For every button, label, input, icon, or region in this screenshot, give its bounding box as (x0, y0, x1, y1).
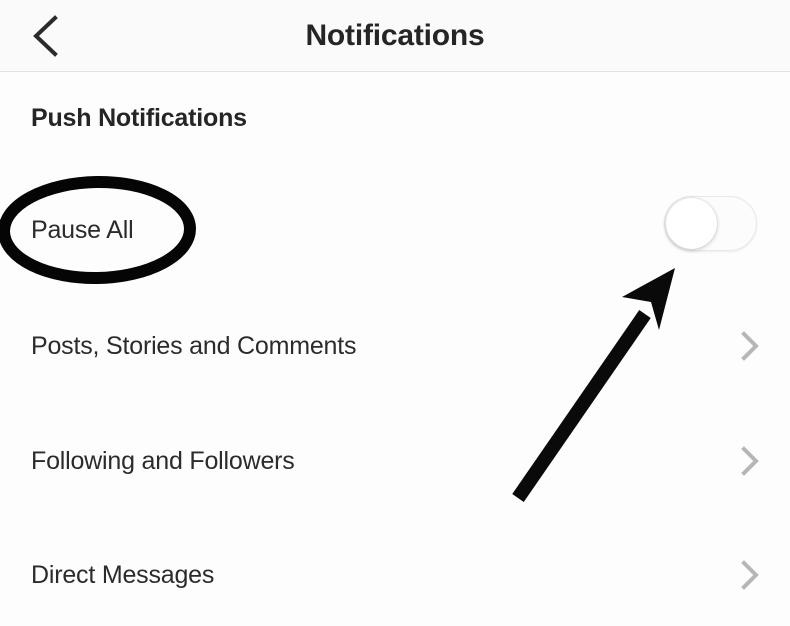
pause-all-toggle[interactable] (664, 196, 757, 251)
list-item-posts-stories-comments[interactable]: Posts, Stories and Comments (0, 310, 790, 382)
list-item-label: Posts, Stories and Comments (31, 331, 357, 360)
chevron-right-icon (740, 331, 760, 361)
app-header: Notifications (0, 0, 790, 72)
list-item-label: Direct Messages (31, 560, 215, 589)
back-button[interactable] (18, 8, 74, 64)
chevron-left-icon (31, 15, 61, 57)
section-heading-push-notifications: Push Notifications (31, 104, 247, 132)
toggle-knob (666, 198, 717, 249)
list-item-direct-messages[interactable]: Direct Messages (0, 539, 790, 611)
list-item-label: Following and Followers (31, 446, 295, 475)
list-item-label: Pause All (31, 215, 134, 244)
chevron-right-icon (740, 446, 760, 476)
chevron-right-icon (740, 560, 760, 590)
list-item-following-and-followers[interactable]: Following and Followers (0, 425, 790, 497)
notifications-settings-screen: Notifications Push Notifications Pause A… (0, 0, 790, 626)
page-title: Notifications (305, 19, 485, 52)
